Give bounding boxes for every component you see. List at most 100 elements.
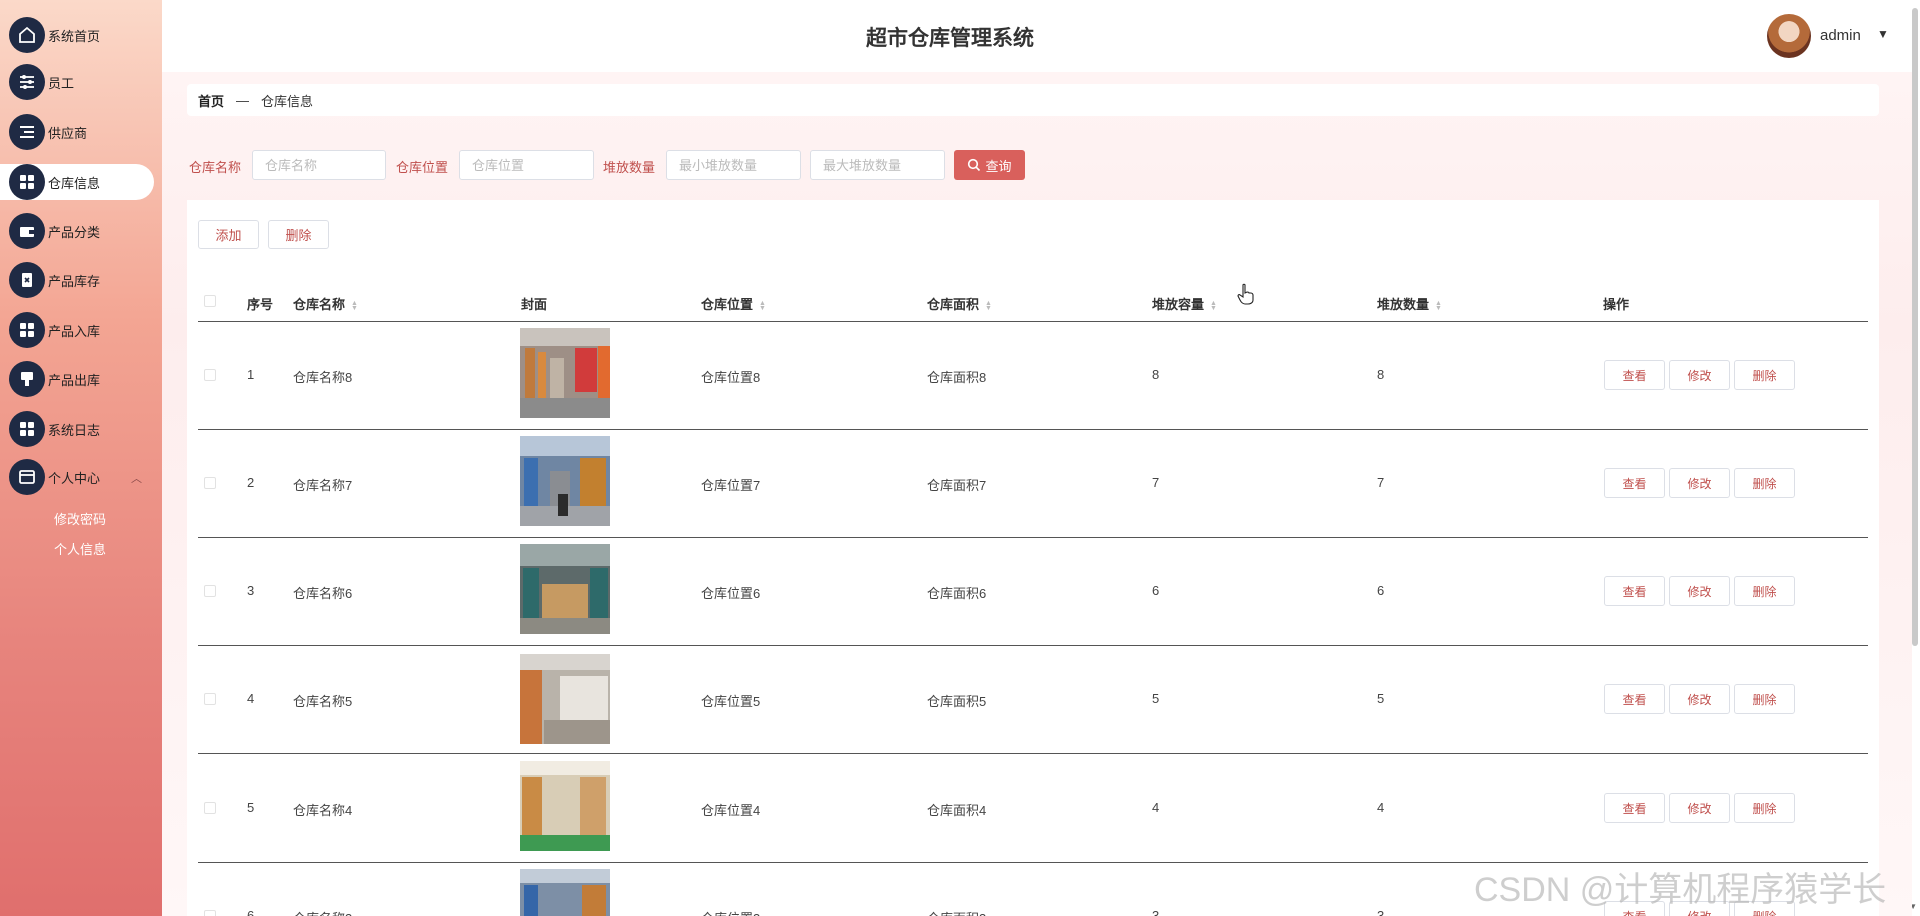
- chevron-up-icon: ︿: [131, 473, 142, 485]
- sidebar-item-label: 仓库信息: [48, 175, 101, 191]
- sidebar-subitem-personal-info[interactable]: 个人信息: [54, 539, 106, 558]
- cell-area: 仓库面积4: [927, 803, 987, 818]
- cell-quantity: 4: [1377, 800, 1385, 815]
- sort-icon[interactable]: ▲ ▼: [1210, 300, 1217, 312]
- sidebar-item-home[interactable]: 系统首页: [0, 17, 154, 53]
- view-button[interactable]: 查看: [1604, 360, 1665, 390]
- cell-name: 仓库名称4: [293, 803, 353, 818]
- grid-icon: [9, 411, 45, 447]
- user-name[interactable]: admin: [1820, 27, 1861, 44]
- wallet-icon: [9, 213, 45, 249]
- search-max-quantity-input[interactable]: [810, 150, 945, 180]
- cell-index: 2: [247, 475, 255, 490]
- delete-button[interactable]: 删除: [1734, 684, 1795, 714]
- sidebar-item-category[interactable]: 产品分类: [0, 213, 154, 249]
- sidebar-item-label: 产品库存: [48, 273, 101, 289]
- sort-icon[interactable]: ▲ ▼: [759, 300, 766, 312]
- app-title: 超市仓库管理系统: [866, 27, 1034, 50]
- column-header-location[interactable]: 仓库位置 ▲ ▼: [701, 294, 766, 313]
- sidebar-subitem-change-password[interactable]: 修改密码: [54, 509, 106, 528]
- row-checkbox[interactable]: [204, 369, 216, 381]
- card-icon: [9, 459, 45, 495]
- delete-button[interactable]: 删除: [1734, 793, 1795, 823]
- column-header-name[interactable]: 仓库名称 ▲ ▼: [293, 294, 358, 313]
- cell-capacity: 7: [1152, 475, 1160, 490]
- cell-index: 3: [247, 583, 255, 598]
- cell-name: 仓库名称6: [293, 586, 353, 601]
- batch-delete-button[interactable]: 删除: [268, 220, 329, 249]
- sidebar-item-outbound[interactable]: 产品出库: [0, 361, 154, 397]
- edit-button[interactable]: 修改: [1669, 360, 1730, 390]
- cover-image[interactable]: [520, 761, 610, 851]
- sort-icon[interactable]: ▲ ▼: [1435, 300, 1442, 312]
- search-min-quantity-input[interactable]: [666, 150, 801, 180]
- cell-quantity: 7: [1377, 475, 1385, 490]
- column-header-label: 堆放数量: [1377, 297, 1430, 312]
- delete-button[interactable]: 删除: [1734, 576, 1795, 606]
- sidebar-item-label: 员工: [48, 75, 75, 91]
- sidebar-item-stock[interactable]: 产品库存: [0, 262, 154, 298]
- column-header-index: 序号: [247, 297, 274, 312]
- edit-button[interactable]: 修改: [1669, 684, 1730, 714]
- view-button[interactable]: 查看: [1604, 793, 1665, 823]
- row-checkbox[interactable]: [204, 910, 216, 916]
- column-header-label: 堆放容量: [1152, 297, 1205, 312]
- view-button[interactable]: 查看: [1604, 468, 1665, 498]
- scrollbar[interactable]: [1912, 8, 1918, 646]
- column-header-area[interactable]: 仓库面积 ▲ ▼: [927, 294, 992, 313]
- sidebar-item-log[interactable]: 系统日志: [0, 411, 154, 447]
- cover-image[interactable]: [520, 869, 610, 916]
- cell-area: 仓库面积6: [927, 586, 987, 601]
- column-header-capacity[interactable]: 堆放容量 ▲ ▼: [1152, 294, 1217, 313]
- cell-index: 4: [247, 691, 255, 706]
- search-button-label: 查询: [985, 158, 1012, 174]
- sort-icon[interactable]: ▲ ▼: [351, 300, 358, 312]
- cell-index: 6: [247, 908, 255, 916]
- cover-image[interactable]: [520, 544, 610, 634]
- sort-icon[interactable]: ▲ ▼: [985, 300, 992, 312]
- cover-image[interactable]: [520, 654, 610, 744]
- sidebar-item-supplier[interactable]: 供应商: [0, 114, 154, 150]
- breadcrumb-separator: —: [236, 92, 250, 108]
- view-button[interactable]: 查看: [1604, 576, 1665, 606]
- grid-icon: [9, 164, 45, 200]
- row-checkbox[interactable]: [204, 802, 216, 814]
- row-checkbox[interactable]: [204, 477, 216, 489]
- sidebar-item-label: 系统日志: [48, 422, 101, 438]
- view-button[interactable]: 查看: [1604, 684, 1665, 714]
- cover-image[interactable]: [520, 436, 610, 526]
- caret-down-icon[interactable]: ▼: [1877, 27, 1889, 41]
- cell-name: 仓库名称5: [293, 694, 353, 709]
- add-button[interactable]: 添加: [198, 220, 259, 249]
- column-header-label: 仓库面积: [927, 297, 980, 312]
- cell-location: 仓库位置5: [701, 694, 761, 709]
- search-location-label: 仓库位置: [396, 160, 449, 175]
- sidebar-item-inbound[interactable]: 产品入库: [0, 312, 154, 348]
- sidebar-item-label: 系统首页: [48, 28, 101, 44]
- search-location-input[interactable]: [459, 150, 594, 180]
- avatar[interactable]: [1767, 14, 1811, 58]
- table-header: 序号 仓库名称 ▲ ▼ 封面 仓库位置 ▲ ▼ 仓库面积 ▲ ▼ 堆放容量 ▲ ▼ 堆放数量 ▲ ▼…: [198, 280, 1868, 322]
- search-name-input[interactable]: [252, 150, 386, 180]
- column-header-quantity[interactable]: 堆放数量 ▲ ▼: [1377, 294, 1442, 313]
- sidebar-item-warehouse[interactable]: 仓库信息: [0, 164, 154, 200]
- cell-area: 仓库面积8: [927, 370, 987, 385]
- grid-icon: [9, 312, 45, 348]
- search-button[interactable]: 查询: [954, 150, 1025, 180]
- select-all-checkbox[interactable]: [204, 295, 216, 307]
- edit-button[interactable]: 修改: [1669, 793, 1730, 823]
- edit-button[interactable]: 修改: [1669, 468, 1730, 498]
- search-quantity-label: 堆放数量: [603, 160, 656, 175]
- table-row: 5 仓库名称4 仓库位置4 仓库面积4 4 4 查看 修改 删除: [198, 755, 1868, 863]
- delete-button[interactable]: 删除: [1734, 360, 1795, 390]
- edit-button[interactable]: 修改: [1669, 576, 1730, 606]
- sliders-icon: [9, 64, 45, 100]
- row-checkbox[interactable]: [204, 693, 216, 705]
- row-checkbox[interactable]: [204, 585, 216, 597]
- breadcrumb-home[interactable]: 首页: [198, 91, 224, 110]
- cell-quantity: 8: [1377, 367, 1385, 382]
- sidebar-item-profile-center[interactable]: 个人中心 ︿: [0, 459, 154, 495]
- delete-button[interactable]: 删除: [1734, 468, 1795, 498]
- sidebar-item-employee[interactable]: 员工: [0, 64, 154, 100]
- cover-image[interactable]: [520, 328, 610, 418]
